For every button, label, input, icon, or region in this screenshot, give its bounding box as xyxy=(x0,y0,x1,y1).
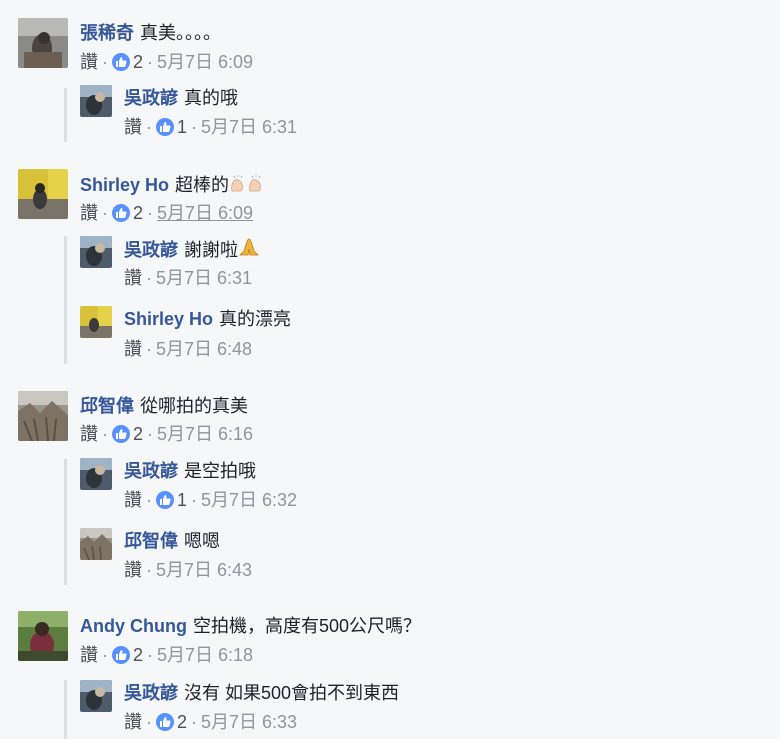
comment-actions: 讚 · 2 · 5月7日 6:18 xyxy=(80,645,254,665)
timestamp[interactable]: 5月7日 6:16 xyxy=(157,424,253,444)
comment-text: 超棒的 xyxy=(175,175,230,195)
reply-body: 吳政諺 沒有 如果500會拍不到東西 xyxy=(124,682,399,704)
comment-author[interactable]: Shirley Ho xyxy=(80,175,169,195)
like-link[interactable]: 讚 xyxy=(124,490,142,510)
comment-text: 真美。。。。 xyxy=(140,23,221,43)
comment-actions: 讚 · 2 · 5月7日 6:16 xyxy=(80,424,254,444)
comment-body: Andy Chung 空拍機，高度有500公尺嗎？ xyxy=(80,615,421,637)
reply-divider xyxy=(64,88,67,142)
like-count[interactable]: 2 xyxy=(133,424,143,444)
avatar[interactable] xyxy=(80,236,112,268)
reply-text: 謝謝啦 xyxy=(184,240,238,260)
like-count[interactable]: 2 xyxy=(177,712,187,732)
praying-hands-icon xyxy=(238,238,260,263)
like-count[interactable]: 1 xyxy=(177,490,187,510)
comment-body: Shirley Ho 超棒的 xyxy=(80,173,269,198)
reply-text: 真的漂亮 xyxy=(219,309,292,329)
like-link[interactable]: 讚 xyxy=(80,424,98,444)
reply-text: 嗯嗯 xyxy=(184,531,220,551)
reply-author[interactable]: 吳政諺 xyxy=(124,461,178,481)
comment-author[interactable]: Andy Chung xyxy=(80,616,187,636)
like-link[interactable]: 讚 xyxy=(80,52,98,72)
timestamp[interactable]: 5月7日 6:09 xyxy=(157,52,253,72)
timestamp[interactable]: 5月7日 6:33 xyxy=(201,712,297,732)
avatar[interactable] xyxy=(18,18,68,68)
thumbs-up-icon[interactable] xyxy=(112,425,130,443)
reply-author[interactable]: Shirley Ho xyxy=(124,309,213,329)
like-count[interactable]: 2 xyxy=(133,203,143,223)
comment-actions: 讚 · 2 · 5月7日 6:09 xyxy=(80,203,254,223)
like-link[interactable]: 讚 xyxy=(124,712,142,732)
avatar[interactable] xyxy=(18,391,68,441)
comment-text: 空拍機，高度有500公尺嗎？ xyxy=(192,616,422,636)
avatar[interactable] xyxy=(80,680,112,712)
reply-author[interactable]: 吳政諺 xyxy=(124,683,178,703)
timestamp[interactable]: 5月7日 6:43 xyxy=(156,560,252,580)
reply-body: 吳政諺 真的哦 xyxy=(124,87,238,109)
reply-actions: 讚 · 1 · 5月7日 6:31 xyxy=(124,117,298,137)
thumbs-up-icon[interactable] xyxy=(156,713,174,731)
like-count[interactable]: 1 xyxy=(177,117,187,137)
reply-author[interactable]: 吳政諺 xyxy=(124,88,178,108)
reply-actions: 讚 · 1 · 5月7日 6:32 xyxy=(124,490,298,510)
reply-body: 邱智偉 嗯嗯 xyxy=(124,530,220,552)
reply-actions: 讚 · 5月7日 6:31 xyxy=(124,268,253,288)
like-link[interactable]: 讚 xyxy=(124,268,142,288)
avatar[interactable] xyxy=(18,611,68,661)
like-link[interactable]: 讚 xyxy=(80,203,98,223)
thumbs-up-icon[interactable] xyxy=(112,53,130,71)
reply-body: 吳政諺 謝謝啦 xyxy=(124,238,260,263)
like-link[interactable]: 讚 xyxy=(80,645,98,665)
avatar[interactable] xyxy=(80,458,112,490)
reply-author[interactable]: 吳政諺 xyxy=(124,240,178,260)
avatar[interactable] xyxy=(18,169,68,219)
reply-text: 是空拍哦 xyxy=(184,461,256,481)
timestamp[interactable]: 5月7日 6:32 xyxy=(201,490,297,510)
reply-text: 真的哦 xyxy=(184,88,238,108)
reply-actions: 讚 · 5月7日 6:43 xyxy=(124,560,253,580)
like-count[interactable]: 2 xyxy=(133,52,143,72)
comment-author[interactable]: 邱智偉 xyxy=(80,396,134,416)
avatar[interactable] xyxy=(80,85,112,117)
reply-text: 沒有 如果500會拍不到東西 xyxy=(184,683,400,703)
timestamp[interactable]: 5月7日 6:48 xyxy=(156,339,252,359)
thumbs-up-icon[interactable] xyxy=(156,491,174,509)
thumbs-up-icon[interactable] xyxy=(112,204,130,222)
comment-text: 從哪拍的真美 xyxy=(140,396,248,416)
reply-actions: 讚 · 2 · 5月7日 6:33 xyxy=(124,712,298,732)
comment-actions: 讚 · 2 · 5月7日 6:09 xyxy=(80,52,254,72)
like-link[interactable]: 讚 xyxy=(124,117,142,137)
clapping-hands-icon xyxy=(229,173,269,198)
reply-divider xyxy=(64,459,67,585)
timestamp[interactable]: 5月7日 6:31 xyxy=(156,268,252,288)
comment-body: 邱智偉 從哪拍的真美 xyxy=(80,395,248,417)
reply-actions: 讚 · 5月7日 6:48 xyxy=(124,339,253,359)
like-link[interactable]: 讚 xyxy=(124,339,142,359)
reply-divider xyxy=(64,236,67,364)
comment-body: 張稀奇 真美。。。。 xyxy=(80,22,221,44)
timestamp[interactable]: 5月7日 6:18 xyxy=(157,645,253,665)
avatar[interactable] xyxy=(80,306,112,338)
avatar[interactable] xyxy=(80,528,112,560)
thumbs-up-icon[interactable] xyxy=(156,118,174,136)
like-link[interactable]: 讚 xyxy=(124,560,142,580)
comment-author[interactable]: 張稀奇 xyxy=(80,23,134,43)
reply-divider xyxy=(64,680,67,739)
timestamp[interactable]: 5月7日 6:31 xyxy=(201,117,297,137)
reply-author[interactable]: 邱智偉 xyxy=(124,531,178,551)
thumbs-up-icon[interactable] xyxy=(112,646,130,664)
timestamp[interactable]: 5月7日 6:09 xyxy=(157,203,253,223)
reply-body: Shirley Ho 真的漂亮 xyxy=(124,308,291,330)
like-count[interactable]: 2 xyxy=(133,645,143,665)
reply-body: 吳政諺 是空拍哦 xyxy=(124,460,256,482)
